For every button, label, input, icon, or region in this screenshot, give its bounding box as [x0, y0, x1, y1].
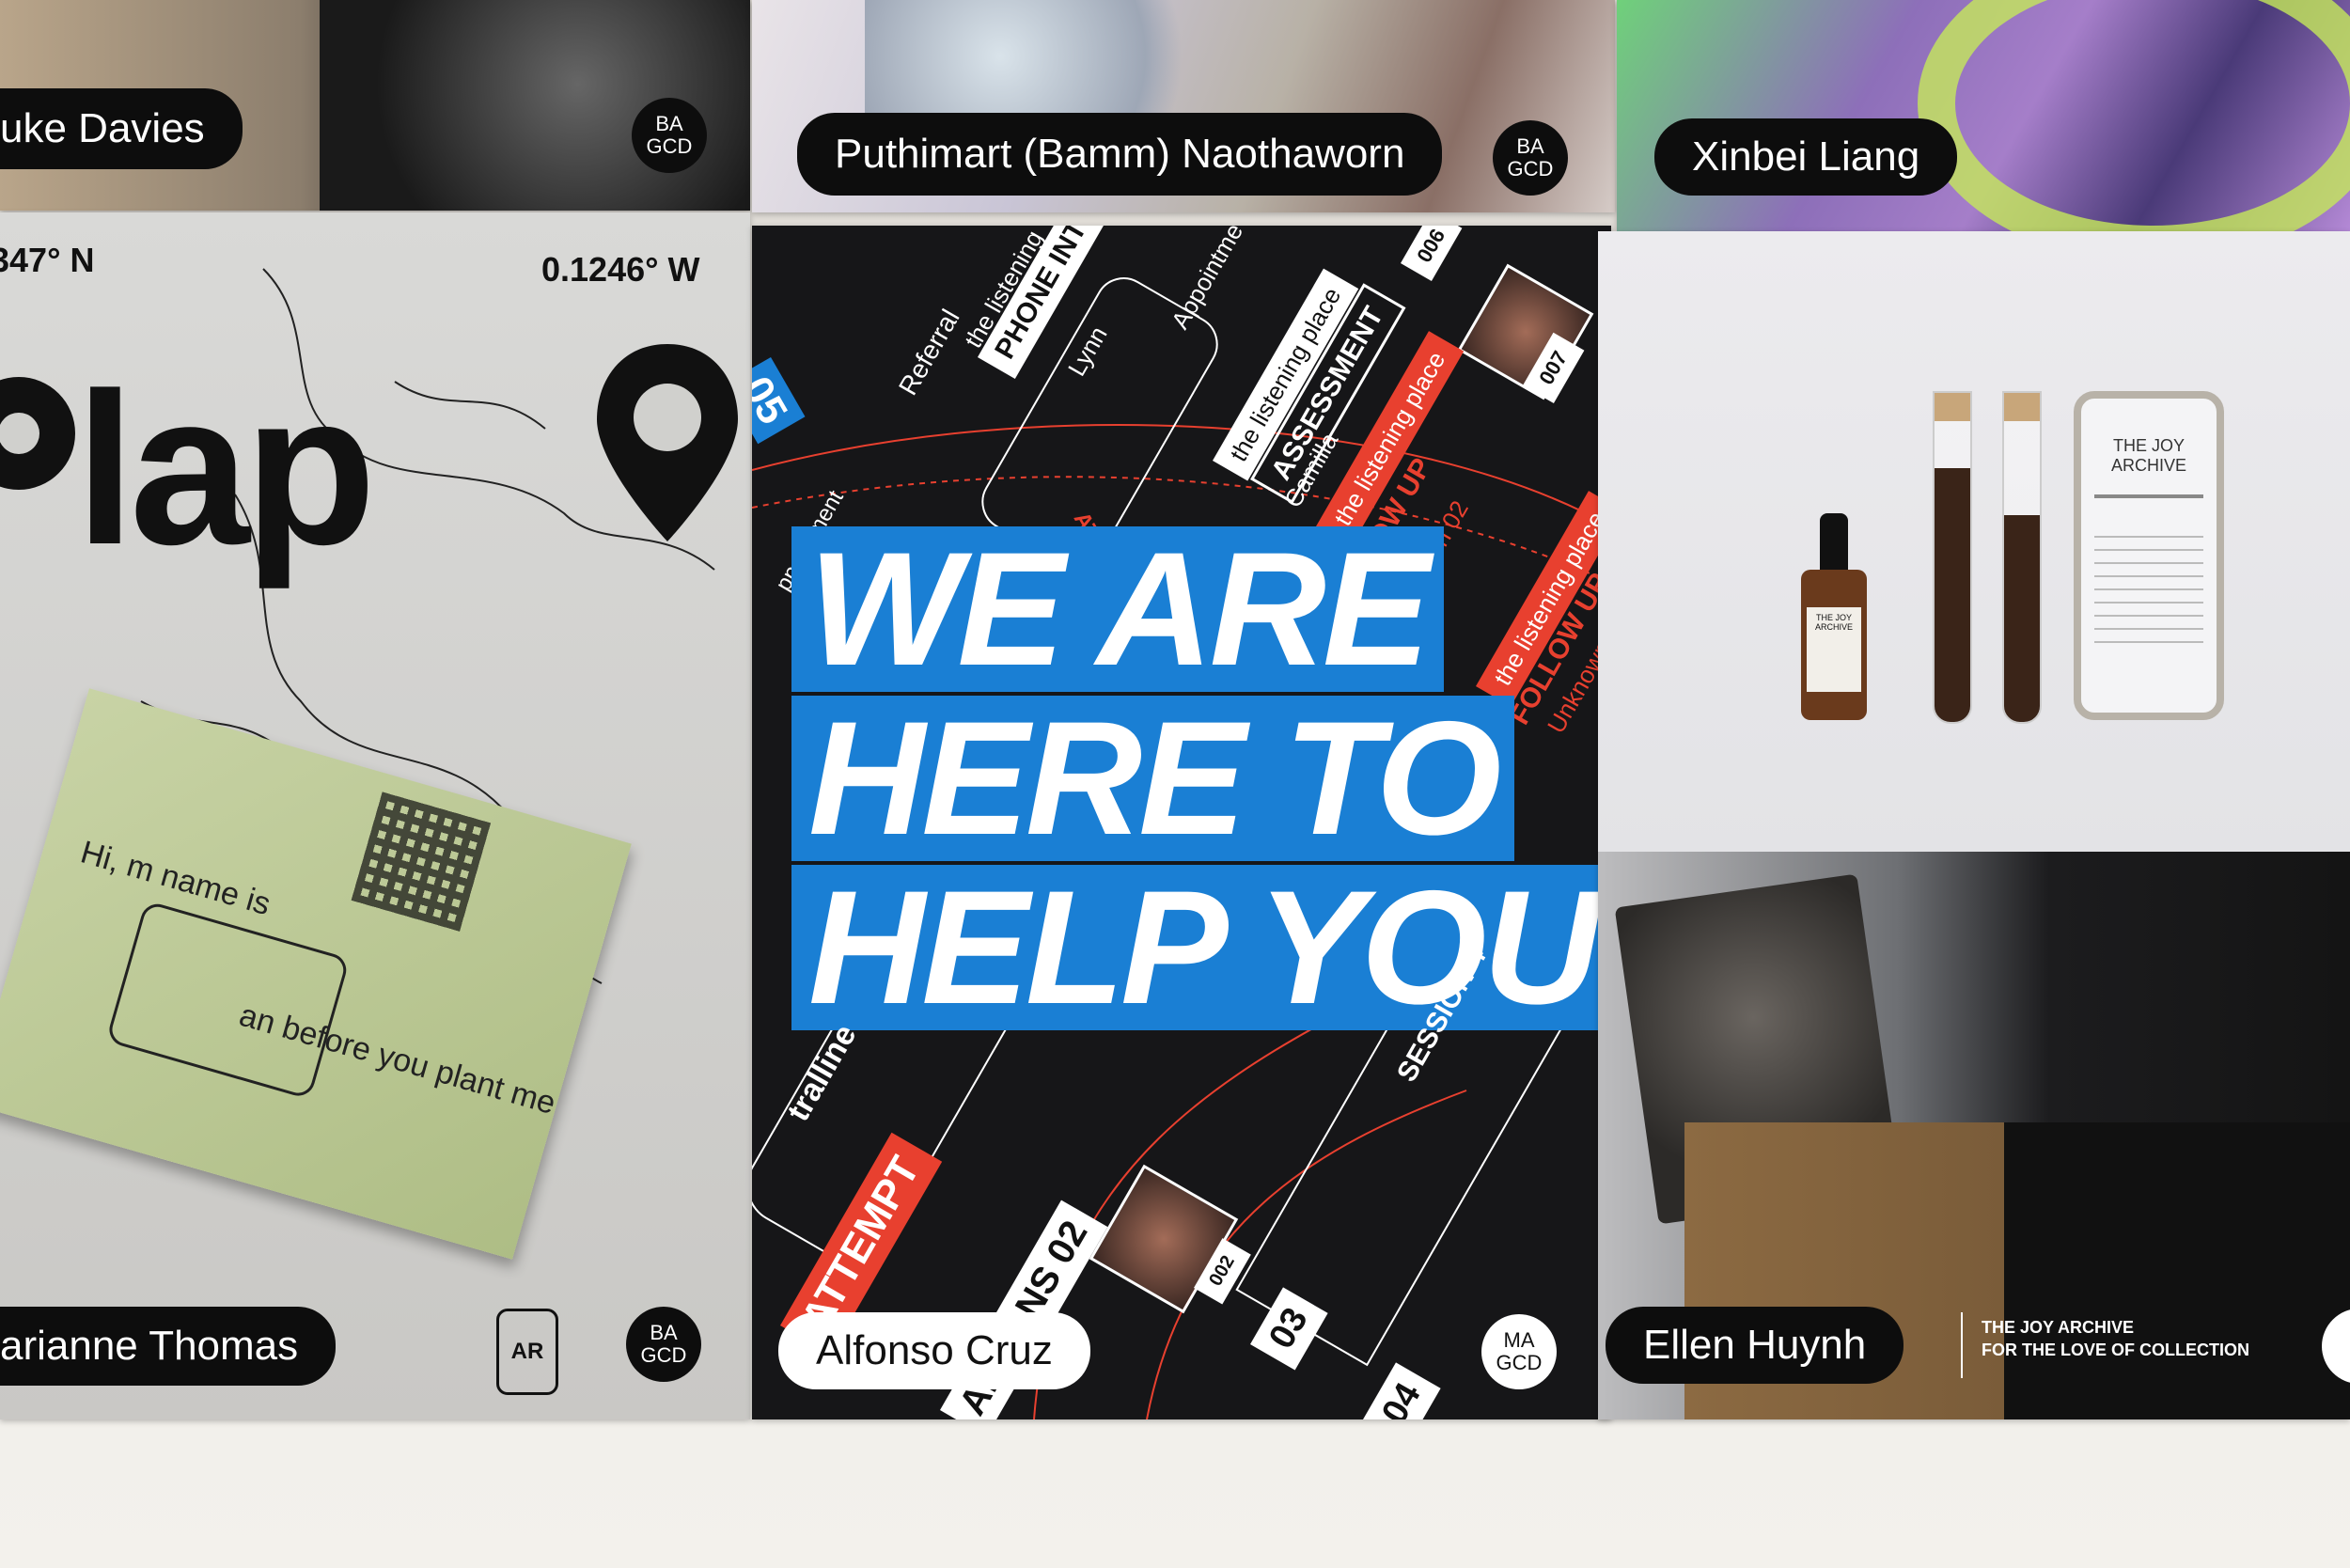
program-badge: BA GCD: [1493, 120, 1568, 196]
caption-line-2: FOR THE LOVE OF COLLECTION: [1982, 1341, 2249, 1359]
headline-line-2: HERE TO: [791, 696, 1515, 861]
lap-logo: lap: [0, 325, 750, 589]
name-label: Alfonso Cruz: [816, 1327, 1053, 1373]
name-pill-top-left: uke Davies: [0, 88, 243, 169]
test-tube-1: [1933, 391, 1972, 724]
bottle-label: THE JOY ARCHIVE: [1814, 613, 1853, 632]
product-flatlay: THE JOY ARCHIVE THE JOY ARCHIVE: [1598, 231, 2350, 852]
name-pill-right: Ellen Huynh: [1606, 1307, 1904, 1384]
caption-divider: [1961, 1312, 1963, 1378]
poster-top-left: uke Davies BA GCD: [0, 0, 750, 211]
caption: THE JOY ARCHIVE FOR THE LOVE OF COLLECTI…: [1982, 1316, 2249, 1361]
program-badge: MA GCD: [1481, 1314, 1557, 1389]
top-right-graphic: [1918, 0, 2350, 231]
ar-icon: AR: [496, 1309, 558, 1395]
name-label: Xinbei Liang: [1692, 133, 1920, 180]
headline-line-3: HELP YOU: [791, 865, 1611, 1030]
name-pill-top-middle: Puthimart (Bamm) Naothaworn: [797, 113, 1443, 196]
card-frame: [105, 900, 351, 1100]
headline-line-1: WE ARE: [791, 526, 1444, 692]
name-pill-center: Alfonso Cruz: [778, 1312, 1090, 1389]
name-label: Puthimart (Bamm) Naothaworn: [835, 131, 1405, 177]
test-tube-2: [2002, 391, 2042, 724]
ar-label: AR: [510, 1339, 544, 1364]
name-pill-top-right: Xinbei Liang: [1654, 118, 1958, 196]
name-label: Ellen Huynh: [1643, 1322, 1867, 1368]
name-label: uke Davies: [0, 105, 205, 151]
name-pill-lap: arianne Thomas: [0, 1307, 337, 1386]
poster-lap: 347° N 0.1246° W lap Hi, m name is an be…: [0, 212, 750, 1419]
poster-top-right: Xinbei Liang: [1617, 0, 2350, 231]
logo-text: lap: [75, 348, 376, 589]
location-pin-icon: [597, 344, 738, 541]
program-badge: BA GCD: [626, 1307, 701, 1382]
phone-mockup: THE JOY ARCHIVE: [2074, 391, 2224, 720]
latitude-label: 347° N: [0, 241, 95, 279]
phone-title: THE JOY ARCHIVE: [2110, 436, 2186, 475]
longitude-label: 0.1246° W: [541, 250, 700, 289]
flower-icon: [0, 377, 75, 490]
program-badge: BA GCD: [632, 98, 707, 173]
name-label: arianne Thomas: [0, 1323, 299, 1369]
poster-joy-archive: THE JOY ARCHIVE THE JOY ARCHIVE Ellen Hu…: [1598, 231, 2350, 1419]
poster-top-middle: Puthimart (Bamm) Naothaworn BA GCD: [752, 0, 1615, 212]
caption-line-1: THE JOY ARCHIVE: [1982, 1318, 2135, 1337]
poster-we-are-here: 05 Referral PHONE INT the listening Lynn…: [752, 226, 1611, 1419]
dropper-bottle: THE JOY ARCHIVE: [1801, 513, 1867, 720]
qr-code: [351, 792, 492, 932]
archive-photo: Ellen Huynh THE JOY ARCHIVE FOR THE LOVE…: [1598, 852, 2350, 1419]
